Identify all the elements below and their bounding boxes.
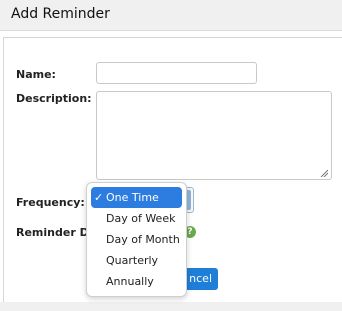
name-input[interactable]: [96, 62, 257, 84]
reminder-date-label: Reminder Date: [16, 226, 86, 239]
dropdown-option-day-of-week[interactable]: Day of Week: [91, 208, 182, 229]
frequency-dropdown-menu: ✓ One Time Day of Week Day of Month Quar…: [86, 182, 187, 297]
option-label: Quarterly: [106, 254, 159, 267]
dropdown-option-one-time[interactable]: ✓ One Time: [91, 187, 182, 208]
dialog-header: Add Reminder: [0, 0, 342, 31]
description-label: Description:: [16, 92, 92, 105]
frequency-label: Frequency:: [16, 196, 85, 209]
checkmark-icon: ✓: [94, 191, 104, 204]
resize-grip-icon[interactable]: [320, 169, 328, 177]
footer-strip: [0, 302, 342, 311]
option-label: Annually: [106, 275, 154, 288]
option-label: One Time: [106, 191, 159, 204]
dropdown-option-day-of-month[interactable]: Day of Month: [91, 229, 182, 250]
dialog-title: Add Reminder: [11, 6, 110, 22]
description-textarea[interactable]: [96, 91, 332, 180]
option-label: Day of Month: [106, 233, 180, 246]
name-label: Name:: [16, 68, 56, 81]
dropdown-option-annually[interactable]: Annually: [91, 271, 182, 292]
option-label: Day of Week: [106, 212, 176, 225]
dropdown-option-quarterly[interactable]: Quarterly: [91, 250, 182, 271]
